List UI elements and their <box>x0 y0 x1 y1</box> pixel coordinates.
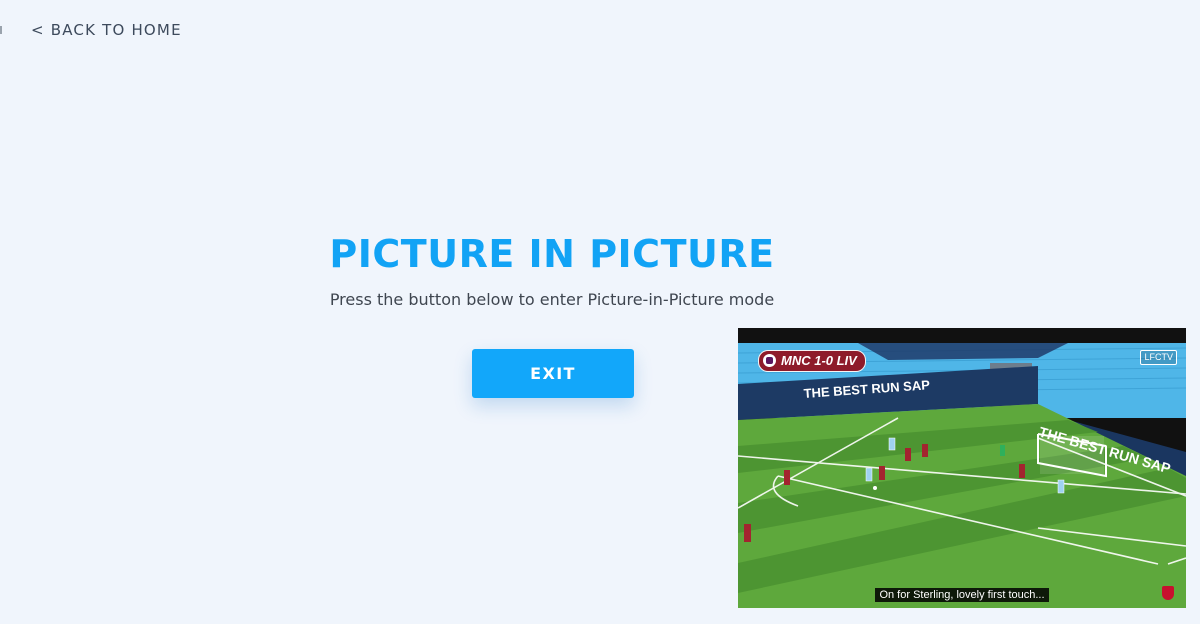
hero-section: PICTURE IN PICTURE Press the button belo… <box>252 228 852 309</box>
home-players <box>865 437 1065 494</box>
ad-board-text-left: THE BEST RUN SAP <box>803 377 930 401</box>
goalkeeper <box>1000 445 1005 456</box>
away-player <box>905 448 911 461</box>
away-player <box>1019 464 1025 478</box>
ball <box>873 486 877 490</box>
left-edge-mark <box>0 26 2 34</box>
away-player <box>784 470 790 485</box>
away-players <box>744 444 1025 542</box>
pip-video-window[interactable]: MNC 1-0 LIV LFCTV THE BEST RUN SAP THE B… <box>738 328 1186 608</box>
liverpool-crest-icon <box>1162 586 1174 600</box>
back-to-home-link[interactable]: < BACK TO HOME <box>31 21 182 39</box>
away-player <box>922 444 928 457</box>
page-subtitle: Press the button below to enter Picture-… <box>329 290 775 309</box>
players-layer: THE BEST RUN SAP THE BEST RUN SAP <box>744 377 1172 542</box>
home-player <box>888 437 896 451</box>
away-player <box>879 466 885 480</box>
home-player <box>1057 479 1065 494</box>
ad-board-text-right: THE BEST RUN SAP <box>1037 424 1172 477</box>
away-player <box>744 524 751 542</box>
exit-pip-button[interactable]: EXIT <box>472 349 634 398</box>
page-title: PICTURE IN PICTURE <box>329 232 775 276</box>
home-player <box>865 467 873 482</box>
